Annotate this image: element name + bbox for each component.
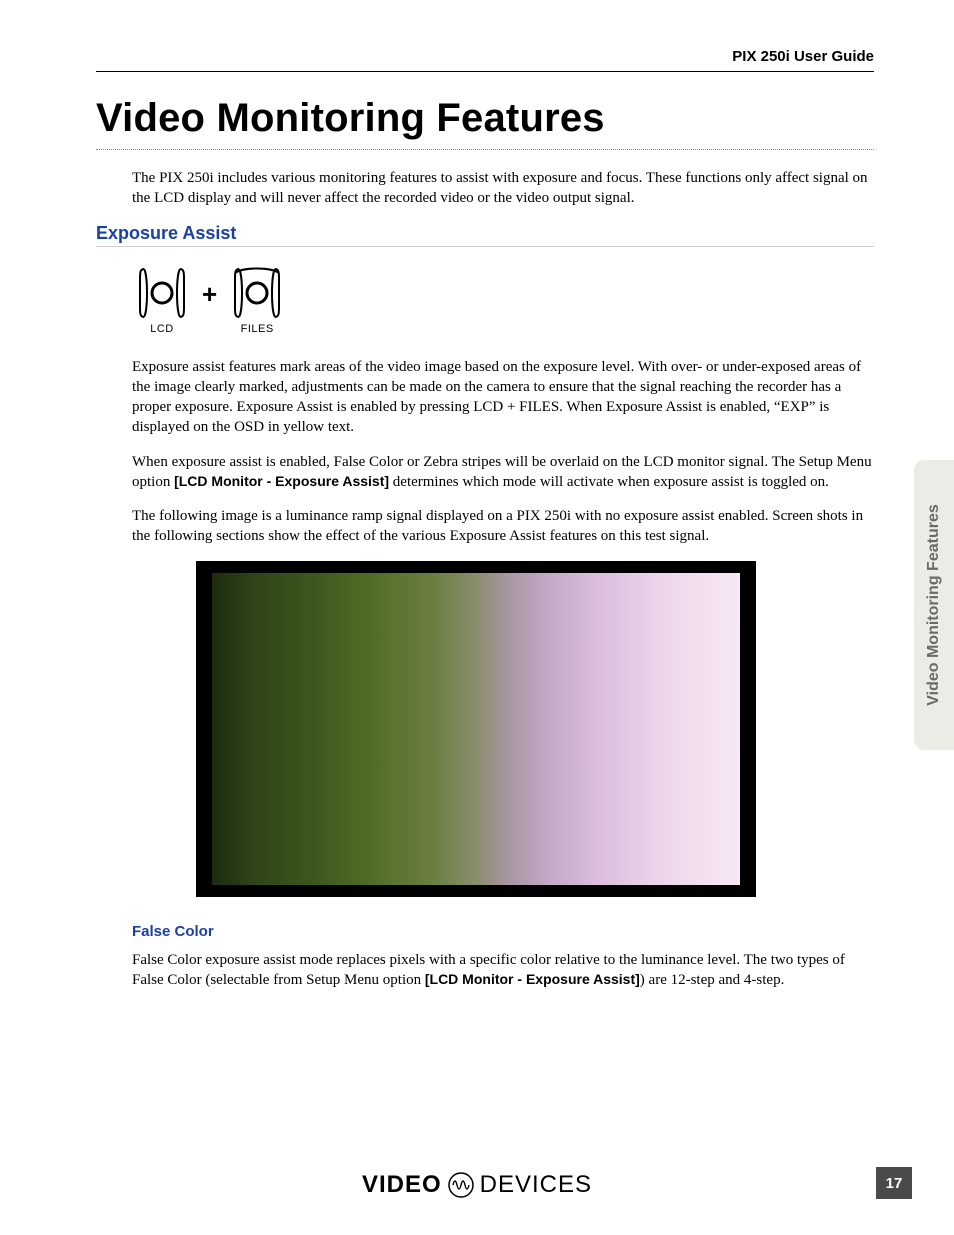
header-guide-title: PIX 250i User Guide — [96, 48, 874, 72]
luminance-ramp-gradient — [212, 573, 740, 885]
luminance-ramp-figure — [196, 561, 756, 897]
button-combo-row: LCD + FILES — [136, 265, 874, 335]
files-label: FILES — [231, 323, 283, 335]
side-tab-label: Video Monitoring Features — [925, 504, 943, 706]
side-tab: Video Monitoring Features — [914, 460, 954, 750]
exposure-para-1: Exposure assist features mark areas of t… — [132, 357, 874, 438]
footer-brand: VIDEO DEVICES — [0, 1171, 954, 1199]
subsection-false-color: False Color — [132, 923, 874, 940]
lcd-button-icon: LCD — [136, 265, 188, 335]
menu-option-1: [LCD Monitor - Exposure Assist] — [174, 473, 389, 489]
menu-option-2: [LCD Monitor - Exposure Assist] — [425, 971, 640, 987]
exposure-para-2b: determines which mode will activate when… — [389, 474, 829, 490]
false-color-para-b: ) are 12-step and 4-step. — [640, 972, 785, 988]
brand-devices: DEVICES — [480, 1171, 592, 1199]
exposure-para-3: The following image is a luminance ramp … — [132, 506, 874, 547]
exposure-para-2: When exposure assist is enabled, False C… — [132, 452, 874, 493]
plus-icon: + — [202, 281, 217, 307]
files-button-icon: FILES — [231, 265, 283, 335]
page-number: 17 — [876, 1167, 912, 1199]
section-exposure-assist: Exposure Assist — [96, 223, 874, 247]
false-color-para: False Color exposure assist mode replace… — [132, 950, 874, 991]
brand-wave-icon — [448, 1172, 474, 1198]
lcd-label: LCD — [136, 323, 188, 335]
brand-video: VIDEO — [362, 1171, 442, 1199]
page-title: Video Monitoring Features — [96, 96, 874, 150]
intro-paragraph: The PIX 250i includes various monitoring… — [132, 168, 874, 209]
